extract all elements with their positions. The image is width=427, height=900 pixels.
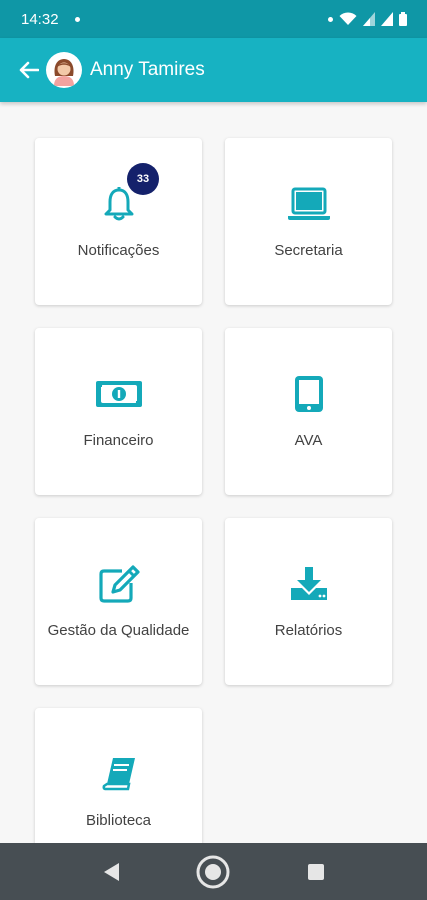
system-nav-bar: [0, 843, 427, 900]
status-bar: 14:32: [0, 0, 427, 38]
avatar-icon: [54, 59, 74, 86]
tile-label: Gestão da Qualidade: [47, 622, 190, 639]
nav-back-button[interactable]: [91, 852, 131, 892]
nav-home-button[interactable]: [193, 852, 233, 892]
wifi-icon: [339, 12, 357, 25]
tablet-icon: [294, 376, 323, 412]
notification-dot: [74, 16, 80, 22]
signal-icon-2: [381, 12, 393, 26]
tile-label: Relatórios: [274, 622, 343, 639]
laptop-icon: [287, 187, 330, 220]
home-icon: [196, 855, 230, 888]
status-time: 14:32: [21, 10, 59, 28]
tile-notificacoes[interactable]: Notificações 33: [35, 138, 202, 305]
status-dot: [328, 16, 333, 22]
edit-icon: [98, 565, 140, 603]
tile-secretaria[interactable]: Secretaria: [225, 138, 392, 305]
tile-label: Financeiro: [83, 432, 154, 449]
tile-financeiro[interactable]: Financeiro: [35, 328, 202, 495]
avatar[interactable]: [46, 52, 82, 88]
back-icon: [104, 862, 120, 881]
tile-label: AVA: [294, 432, 323, 449]
back-button[interactable]: [18, 59, 40, 81]
recents-icon: [307, 863, 324, 880]
tile-label: Notificações: [77, 242, 160, 259]
tile-label: Biblioteca: [85, 812, 152, 829]
user-name: Anny Tamires: [90, 59, 205, 80]
signal-icon: [363, 12, 375, 26]
arrow-left-icon: [19, 61, 39, 79]
tile-relatorios[interactable]: Relatórios: [225, 518, 392, 685]
money-icon: [95, 381, 142, 407]
notification-badge: 33: [127, 163, 159, 195]
app-bar: Anny Tamires: [0, 38, 427, 102]
tile-label: Secretaria: [274, 242, 343, 259]
nav-recents-button[interactable]: [296, 852, 336, 892]
tile-ava[interactable]: AVA: [225, 328, 392, 495]
book-icon: [102, 758, 135, 791]
download-icon: [290, 567, 327, 600]
battery-icon: [399, 12, 407, 26]
bell-icon: [104, 187, 133, 221]
tile-gestao-qualidade[interactable]: Gestão da Qualidade: [35, 518, 202, 685]
